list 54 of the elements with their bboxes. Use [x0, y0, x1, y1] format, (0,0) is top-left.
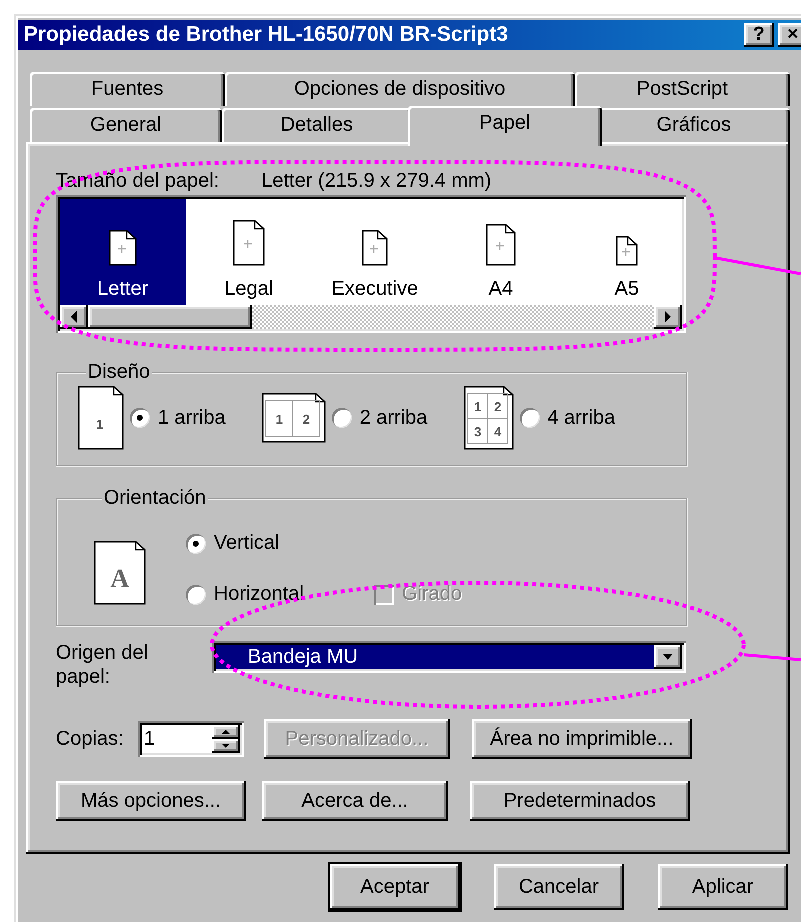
radio-button[interactable] — [186, 584, 206, 604]
window-title: Propiedades de Brother HL-1650/70N BR-Script3 — [24, 23, 508, 47]
paper-source-label: Origen del papel: — [56, 641, 150, 689]
dialog-button[interactable]: Aplicar — [658, 864, 788, 910]
page-layout-icon: 1 2 — [262, 393, 326, 443]
scrollbar-thumb[interactable] — [88, 305, 252, 329]
ok-button[interactable]: Aceptar — [330, 864, 460, 910]
page-icon — [233, 220, 265, 266]
paper-size-item[interactable]: Executive — [312, 199, 438, 305]
portrait-page-icon: A — [94, 541, 146, 605]
tab[interactable]: Opciones de dispositivo — [225, 72, 575, 106]
orientation-option[interactable]: Horizontal — [186, 583, 304, 606]
scroll-right-button[interactable] — [654, 305, 682, 329]
copies-spinner[interactable]: 1 — [138, 721, 244, 757]
orientation-group-title: Orientación — [103, 487, 208, 510]
paper-source-dropdown[interactable]: Bandeja MU — [212, 641, 686, 673]
dialog-button[interactable]: Cancelar — [494, 864, 624, 910]
dialog-button[interactable]: Más opciones... — [56, 781, 246, 821]
dialog-button[interactable]: Predeterminados — [470, 781, 690, 821]
layout-option[interactable]: 2 arriba — [332, 406, 428, 430]
page-icon — [362, 230, 388, 266]
close-button[interactable]: × — [778, 23, 801, 47]
paper-size-value: Letter (215.9 x 279.4 mm) — [261, 170, 492, 193]
leader-line — [744, 654, 801, 662]
copies-label: Copias: — [56, 728, 125, 750]
dialog-button[interactable]: Área no imprimible... — [472, 719, 692, 759]
paper-size-item[interactable]: A5 — [564, 199, 682, 305]
radio-button[interactable] — [186, 534, 206, 554]
dialog-button[interactable]: Acerca de... — [262, 781, 448, 821]
radio-button[interactable] — [130, 408, 150, 428]
layout-option[interactable]: 1 arriba — [130, 406, 226, 430]
left-arrow-icon — [70, 311, 78, 323]
help-button[interactable]: ? — [744, 23, 774, 47]
tab[interactable]: PostScript — [575, 72, 790, 106]
page-icon — [616, 236, 638, 266]
dropdown-arrow-icon — [663, 654, 673, 660]
tab[interactable]: General — [30, 108, 222, 142]
right-arrow-icon — [664, 311, 672, 323]
scroll-left-button[interactable] — [60, 305, 88, 329]
paper-size-list[interactable]: Letter Legal Executive A4 A5 — [56, 195, 686, 333]
tab[interactable]: Fuentes — [30, 72, 225, 106]
paper-size-item[interactable]: Legal — [186, 199, 312, 305]
paper-size-item[interactable]: Letter — [60, 199, 186, 305]
radio-button[interactable] — [332, 408, 352, 428]
page-icon — [486, 224, 516, 266]
layout-group-title: Diseño — [87, 361, 152, 384]
tab[interactable]: Papel — [408, 106, 602, 146]
orientation-option[interactable]: Vertical — [186, 532, 280, 555]
radio-button[interactable] — [520, 408, 540, 428]
page-icon — [109, 230, 137, 266]
paper-size-item[interactable]: A4 — [438, 199, 564, 305]
page-layout-icon: 1 — [78, 386, 124, 450]
page-layout-icon: 1 2 3 4 — [464, 386, 514, 450]
layout-option[interactable]: 4 arriba — [520, 406, 616, 430]
